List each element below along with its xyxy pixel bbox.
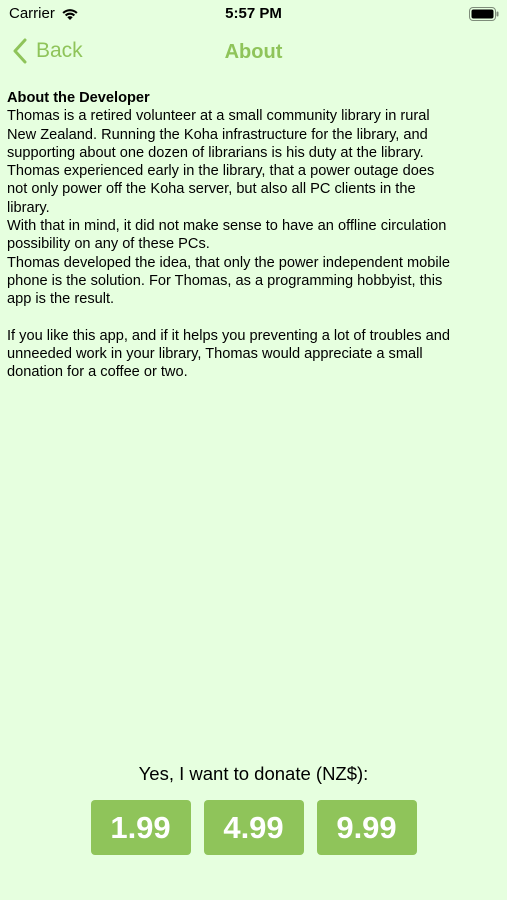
about-content: About the Developer Thomas is a retired …: [7, 89, 457, 382]
battery-icon: [469, 7, 499, 21]
status-time: 5:57 PM: [225, 5, 282, 22]
donate-label: Yes, I want to donate (NZ$):: [138, 763, 369, 784]
page-title: About: [224, 41, 283, 63]
paragraph-donation: If you like this app, and if it helps yo…: [7, 327, 450, 381]
paragraph-intro: Thomas is a retired volunteer at a small…: [7, 108, 430, 161]
navigation-bar: Back About: [0, 34, 507, 74]
paragraph-offline: With that in mind, it did not make sense…: [7, 218, 447, 253]
donate-button-4-99[interactable]: 4.99: [203, 800, 304, 855]
donate-buttons: 1.99 4.99 9.99: [0, 800, 507, 855]
paragraph-solution: Thomas developed the idea, that only the…: [7, 254, 450, 308]
section-heading: About the Developer: [7, 90, 150, 106]
status-bar: Carrier 5:57 PM: [0, 0, 507, 28]
paragraph-power-outage: Thomas experienced early in the library,…: [7, 163, 435, 216]
donate-button-9-99[interactable]: 9.99: [316, 800, 417, 855]
donate-button-1-99[interactable]: 1.99: [90, 800, 191, 855]
